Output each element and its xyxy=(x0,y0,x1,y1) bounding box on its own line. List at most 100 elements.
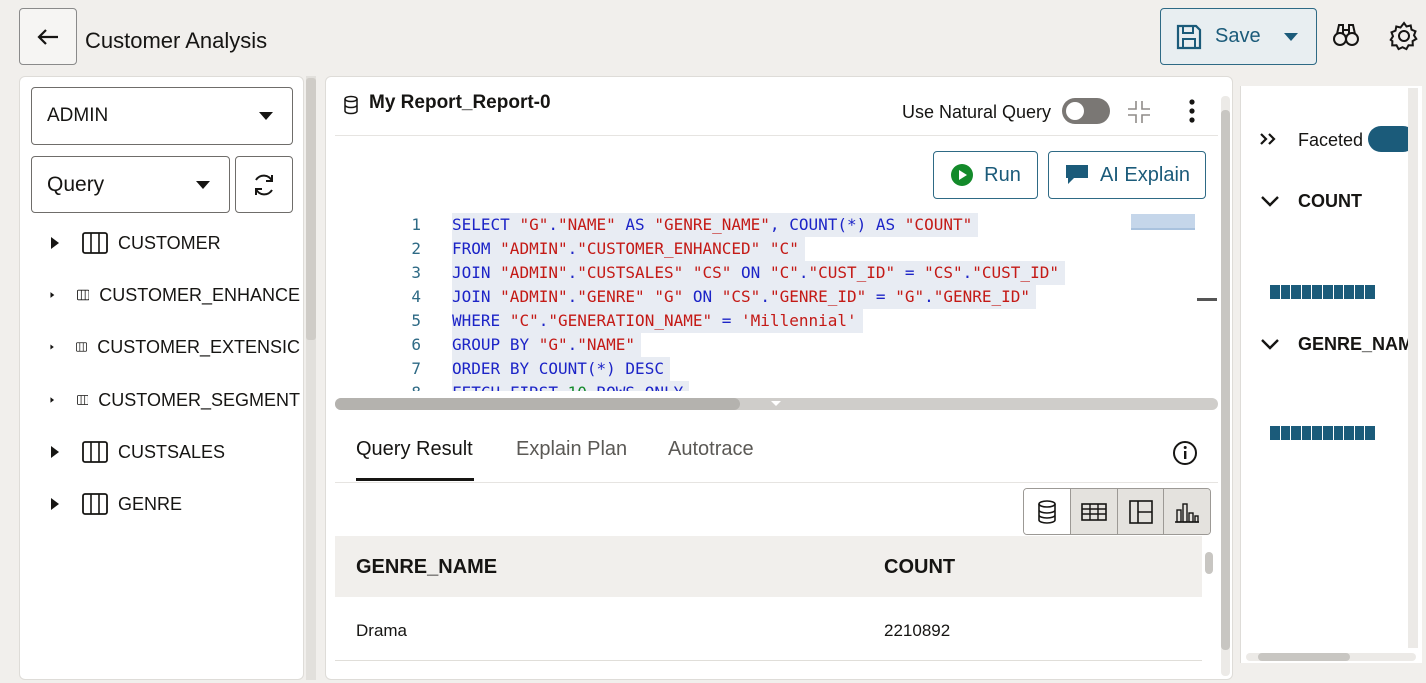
code-line[interactable]: 2 FROM "ADMIN"."CUSTOMER_ENHANCED" "C" xyxy=(335,237,1123,261)
code-text: GROUP BY "G"."NAME" xyxy=(452,333,642,357)
view-layout-button[interactable] xyxy=(1116,489,1164,534)
run-label: Run xyxy=(984,163,1021,186)
tree-item[interactable]: CUSTOMER_SEGMENT xyxy=(50,385,300,415)
code-line[interactable]: 4 JOIN "ADMIN"."GENRE" "G" ON "CS"."GENRE… xyxy=(335,285,1123,309)
scrollbar-thumb[interactable] xyxy=(1221,110,1230,650)
tab-explain-plan[interactable]: Explain Plan xyxy=(516,438,627,461)
tree-item[interactable]: GENRE xyxy=(50,489,300,519)
report-title: My Report_Report-0 xyxy=(369,92,551,113)
tree-item[interactable]: CUSTSALES xyxy=(50,437,300,467)
code-line[interactable]: 5 WHERE "C"."GENERATION_NAME" = 'Millenni… xyxy=(335,309,1123,333)
back-button[interactable] xyxy=(19,8,77,65)
tree-item-label: CUSTOMER_SEGMENT xyxy=(98,389,300,410)
caret-down-icon[interactable] xyxy=(1283,32,1299,42)
code-text: JOIN "ADMIN"."CUSTSALES" "CS" ON "C"."CU… xyxy=(452,261,1065,285)
caret-right-icon[interactable] xyxy=(50,340,54,354)
code-text: FETCH FIRST 10 ROWS ONLY xyxy=(452,381,690,391)
code-text: ORDER BY COUNT(*) DESC xyxy=(452,357,670,381)
ai-explain-button[interactable]: AI Explain xyxy=(1048,151,1206,199)
faceted-label: Faceted xyxy=(1298,130,1364,150)
layout-icon xyxy=(1128,499,1153,524)
tree-item-label: CUSTOMER_ENHANCE xyxy=(99,284,300,305)
resize-handle-icon[interactable] xyxy=(768,399,784,409)
result-view-switcher xyxy=(1023,488,1211,535)
view-data-button[interactable] xyxy=(1024,489,1071,534)
caret-right-icon[interactable] xyxy=(50,393,55,407)
chevron-down-icon[interactable] xyxy=(1260,194,1280,208)
scrollbar-thumb[interactable] xyxy=(1258,653,1350,661)
code-text: WHERE "C"."GENERATION_NAME" = 'Millennia… xyxy=(452,309,863,333)
run-button[interactable]: Run xyxy=(933,151,1038,199)
facets-panel xyxy=(1240,86,1422,663)
play-icon xyxy=(951,164,974,186)
column-header-count[interactable]: COUNT xyxy=(884,556,955,579)
ai-explain-label: AI Explain xyxy=(1099,163,1191,186)
facet-genre-heading[interactable]: GENRE_NAM xyxy=(1298,334,1413,355)
floppy-disk-icon xyxy=(1176,24,1202,49)
caret-right-icon[interactable] xyxy=(50,288,55,302)
double-chevron-right-icon[interactable] xyxy=(1259,131,1279,147)
table-icon xyxy=(82,493,108,515)
binoculars-icon[interactable] xyxy=(1332,22,1360,48)
table-icon xyxy=(82,232,108,254)
code-line[interactable]: 8 FETCH FIRST 10 ROWS ONLY xyxy=(335,381,1123,391)
splitter-grip[interactable] xyxy=(306,78,316,340)
active-tab-indicator xyxy=(356,478,474,481)
bar-chart-icon xyxy=(1175,502,1200,523)
line-number: 4 xyxy=(411,287,421,306)
row-divider xyxy=(335,660,1202,661)
tree-item[interactable]: CUSTOMER_ENHANCE xyxy=(50,280,300,310)
natural-query-toggle[interactable] xyxy=(1062,98,1110,124)
view-table-button[interactable] xyxy=(1070,489,1117,534)
tree-item[interactable]: CUSTOMER_EXTENSIC xyxy=(50,332,300,362)
gear-icon[interactable] xyxy=(1388,20,1420,52)
caret-right-icon[interactable] xyxy=(50,236,60,250)
facet-count-heading[interactable]: COUNT xyxy=(1298,191,1362,212)
scrollbar-thumb[interactable] xyxy=(335,398,740,410)
table-icon xyxy=(1081,502,1108,521)
schema-select-value: ADMIN xyxy=(47,105,109,126)
caret-right-icon[interactable] xyxy=(50,445,60,459)
header-divider xyxy=(335,135,1218,136)
tree-item-label: CUSTSALES xyxy=(118,441,226,462)
minimap-viewport xyxy=(1131,228,1195,230)
table-icon xyxy=(76,342,88,352)
code-text: FROM "ADMIN"."CUSTOMER_ENHANCED" "C" xyxy=(452,237,805,261)
refresh-icon xyxy=(255,174,273,195)
facet-count-histogram xyxy=(1270,285,1375,299)
code-line[interactable]: 1 SELECT "G"."NAME" AS "GENRE_NAME", COUN… xyxy=(335,213,1123,237)
table-icon xyxy=(76,289,90,301)
page-title: Customer Analysis xyxy=(85,28,268,53)
chevron-down-icon[interactable] xyxy=(1260,337,1280,351)
code-line[interactable]: 3 JOIN "ADMIN"."CUSTSALES" "CS" ON "C"."C… xyxy=(335,261,1123,285)
object-type-value: Query xyxy=(47,172,105,196)
save-button[interactable]: Save xyxy=(1160,8,1317,65)
tabs-divider xyxy=(335,482,1218,483)
more-options-icon[interactable] xyxy=(1182,98,1202,124)
table-icon xyxy=(76,395,89,405)
sql-editor[interactable]: 1 SELECT "G"."NAME" AS "GENRE_NAME", COUN… xyxy=(335,213,1123,391)
table-cell-count: 2210892 xyxy=(884,621,951,640)
view-chart-button[interactable] xyxy=(1163,489,1210,534)
line-number: 5 xyxy=(411,311,421,330)
tree-item-label: CUSTOMER_EXTENSIC xyxy=(97,336,300,357)
table-icon xyxy=(82,441,108,463)
collapse-icon[interactable] xyxy=(1126,99,1152,125)
table-scrollbar-thumb[interactable] xyxy=(1205,552,1213,574)
refresh-button[interactable] xyxy=(235,156,293,213)
tree-item[interactable]: CUSTOMER xyxy=(50,228,300,258)
facets-vertical-scrollbar[interactable] xyxy=(1408,88,1418,648)
tree-item-label: CUSTOMER xyxy=(118,232,221,253)
object-type-select[interactable]: Query xyxy=(31,156,230,213)
code-line[interactable]: 6 GROUP BY "G"."NAME" xyxy=(335,333,1123,357)
info-icon[interactable] xyxy=(1172,440,1198,466)
toggle-knob xyxy=(1066,102,1084,120)
database-icon xyxy=(344,95,358,115)
tab-query-result[interactable]: Query Result xyxy=(356,438,473,461)
column-header-genre-name[interactable]: GENRE_NAME xyxy=(356,556,497,579)
caret-right-icon[interactable] xyxy=(50,497,60,511)
tab-autotrace[interactable]: Autotrace xyxy=(668,438,754,461)
code-text: SELECT "G"."NAME" AS "GENRE_NAME", COUNT… xyxy=(452,213,979,237)
schema-select[interactable]: ADMIN xyxy=(31,87,293,145)
code-line[interactable]: 7 ORDER BY COUNT(*) DESC xyxy=(335,357,1123,381)
